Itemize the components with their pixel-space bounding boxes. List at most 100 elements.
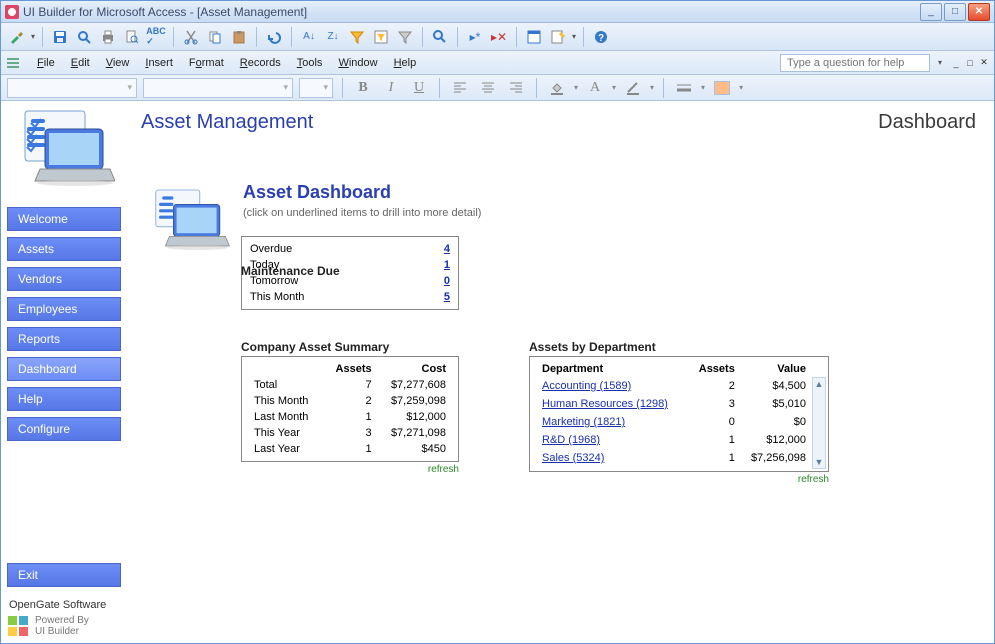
menu-bar: File Edit View Insert Format Records Too… — [1, 51, 994, 75]
align-right-button[interactable] — [505, 78, 527, 98]
dept-col-value: Value — [739, 361, 810, 377]
bold-button[interactable]: B — [352, 78, 374, 98]
summary-title: Company Asset Summary — [241, 340, 459, 354]
powered-by-line1: Powered By — [35, 615, 89, 626]
app-icon — [5, 5, 19, 19]
summary-col-cost: Cost — [376, 361, 450, 377]
save-button[interactable] — [50, 27, 70, 47]
maint-value-link[interactable]: 0 — [444, 275, 450, 287]
line-width-button[interactable] — [673, 78, 695, 98]
help-button[interactable]: ? — [591, 27, 611, 47]
maint-label: Overdue — [250, 243, 292, 255]
italic-button[interactable]: I — [380, 78, 402, 98]
window-title: UI Builder for Microsoft Access - [Asset… — [23, 5, 307, 19]
menu-tools[interactable]: Tools — [289, 54, 331, 72]
mdi-restore-button[interactable]: □ — [964, 57, 976, 69]
nav-reports[interactable]: Reports — [7, 327, 121, 351]
powered-by: Powered By UI Builder — [7, 615, 123, 637]
menu-help[interactable]: Help — [386, 54, 425, 72]
dept-col-assets: Assets — [689, 361, 739, 377]
menu-insert[interactable]: Insert — [137, 54, 181, 72]
nav-welcome[interactable]: Welcome — [7, 207, 121, 231]
summary-refresh-link[interactable]: refresh — [241, 464, 459, 475]
dept-refresh-link[interactable]: refresh — [529, 474, 829, 485]
powered-by-icon — [7, 615, 29, 637]
dashboard-title: Asset Dashboard — [243, 182, 481, 203]
menu-window[interactable]: Window — [330, 54, 385, 72]
dept-title: Assets by Department — [529, 340, 829, 354]
window-close-button[interactable]: ✕ — [968, 3, 990, 21]
summary-col-assets: Assets — [324, 361, 376, 377]
sidebar-logo — [15, 109, 115, 189]
dept-row: Accounting (1589) 2 $4,500 — [538, 377, 810, 395]
maint-label: This Month — [250, 291, 304, 303]
scroll-up-icon[interactable]: ▲ — [814, 378, 825, 390]
dashboard-icon — [151, 182, 231, 262]
print-preview-button[interactable] — [122, 27, 142, 47]
maint-value-link[interactable]: 4 — [444, 243, 450, 255]
mdi-minimize-button[interactable]: _ — [950, 57, 962, 69]
sort-desc-button[interactable]: Z↓ — [323, 27, 343, 47]
apply-filter-button[interactable] — [395, 27, 415, 47]
search-button[interactable] — [74, 27, 94, 47]
dept-link[interactable]: R&D (1968) — [542, 434, 600, 446]
cut-button[interactable] — [181, 27, 201, 47]
nav-dashboard[interactable]: Dashboard — [7, 357, 121, 381]
nav-vendors[interactable]: Vendors — [7, 267, 121, 291]
font-size-dropdown[interactable]: ▾ — [299, 78, 333, 98]
nav-exit[interactable]: Exit — [7, 563, 121, 587]
print-button[interactable] — [98, 27, 118, 47]
database-window-button[interactable] — [524, 27, 544, 47]
nav-assets[interactable]: Assets — [7, 237, 121, 261]
nav-employees[interactable]: Employees — [7, 297, 121, 321]
dept-link[interactable]: Marketing (1821) — [542, 416, 625, 428]
dept-link[interactable]: Human Resources (1298) — [542, 398, 668, 410]
menu-grip-icon — [5, 55, 21, 71]
dept-link[interactable]: Accounting (1589) — [542, 380, 631, 392]
sort-asc-button[interactable]: A↓ — [299, 27, 319, 47]
menu-file[interactable]: File — [29, 54, 63, 72]
nav-help[interactable]: Help — [7, 387, 121, 411]
maint-value-link[interactable]: 5 — [444, 291, 450, 303]
find-button[interactable] — [430, 27, 450, 47]
object-selector-dropdown[interactable]: ▾ — [7, 78, 137, 98]
new-object-button[interactable] — [548, 27, 568, 47]
content-area: Asset Management Dashboard Asset Dashboa… — [129, 101, 994, 643]
help-search-input[interactable] — [780, 54, 930, 72]
standard-toolbar: ▾ ABC✓ A↓ Z↓ ▸* ▸✕ ▾ ? — [1, 23, 994, 51]
window-maximize-button[interactable]: □ — [944, 3, 966, 21]
design-view-button[interactable] — [7, 27, 27, 47]
menu-view[interactable]: View — [98, 54, 138, 72]
maint-row-month: This Month 5 — [250, 289, 450, 305]
sidebar: Welcome Assets Vendors Employees Reports… — [1, 101, 129, 643]
special-effect-button[interactable] — [711, 78, 733, 98]
copy-button[interactable] — [205, 27, 225, 47]
underline-button[interactable]: U — [408, 78, 430, 98]
filter-selection-button[interactable] — [347, 27, 367, 47]
mdi-close-button[interactable]: ✕ — [978, 57, 990, 69]
menu-records[interactable]: Records — [232, 54, 289, 72]
scroll-down-icon[interactable]: ▼ — [814, 456, 825, 468]
dept-panel: Department Assets Value Accounting (1589… — [529, 356, 829, 472]
menu-format[interactable]: Format — [181, 54, 232, 72]
font-color-button[interactable]: A — [584, 78, 606, 98]
dept-scrollbar[interactable]: ▲ ▼ — [812, 377, 826, 469]
align-left-button[interactable] — [449, 78, 471, 98]
dept-link[interactable]: Sales (5324) — [542, 452, 604, 464]
delete-record-button[interactable]: ▸✕ — [489, 27, 509, 47]
undo-button[interactable] — [264, 27, 284, 47]
summary-row: Last Month 1 $12,000 — [250, 409, 450, 425]
menu-edit[interactable]: Edit — [63, 54, 98, 72]
window-minimize-button[interactable]: _ — [920, 3, 942, 21]
spellcheck-button[interactable]: ABC✓ — [146, 27, 166, 47]
font-dropdown[interactable]: ▾ — [143, 78, 293, 98]
fill-color-button[interactable] — [546, 78, 568, 98]
new-record-button[interactable]: ▸* — [465, 27, 485, 47]
align-center-button[interactable] — [477, 78, 499, 98]
paste-button[interactable] — [229, 27, 249, 47]
filter-form-button[interactable] — [371, 27, 391, 47]
line-color-button[interactable] — [622, 78, 644, 98]
nav-configure[interactable]: Configure — [7, 417, 121, 441]
help-search-dropdown-icon[interactable]: ▾ — [938, 58, 942, 67]
maint-value-link[interactable]: 1 — [444, 259, 450, 271]
